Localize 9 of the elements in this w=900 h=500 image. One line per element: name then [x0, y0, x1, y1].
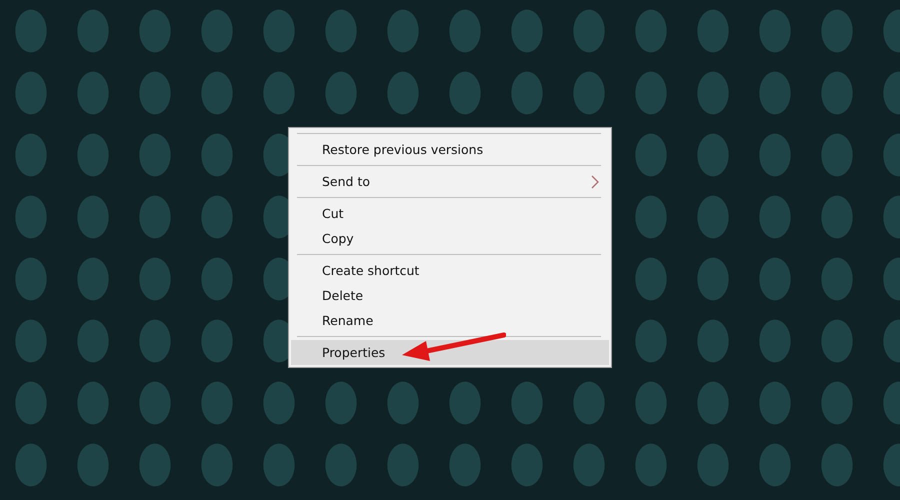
- menu-item[interactable]: Copy: [291, 226, 609, 251]
- menu-item[interactable]: Send to: [291, 169, 609, 194]
- menu-item[interactable]: Rename: [291, 308, 609, 333]
- menu-item[interactable]: Cut: [291, 201, 609, 226]
- menu-item[interactable]: Create shortcut: [291, 258, 609, 283]
- menu-item[interactable]: Properties: [291, 340, 609, 365]
- chevron-right-icon: [591, 174, 599, 188]
- menu-item[interactable]: Delete: [291, 283, 609, 308]
- menu-item[interactable]: Restore previous versions: [291, 137, 609, 162]
